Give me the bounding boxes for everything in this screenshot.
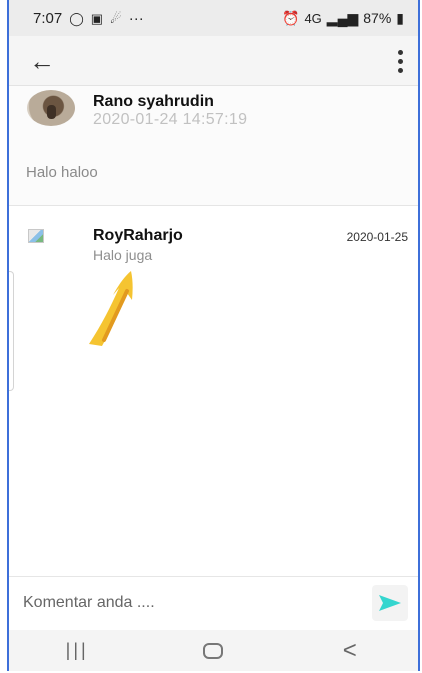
comment-date: 2020-01-25 xyxy=(346,230,408,244)
send-icon xyxy=(379,595,401,611)
send-button[interactable] xyxy=(372,585,408,621)
recent-apps-button[interactable]: ||| xyxy=(42,634,112,668)
alarm-icon: ⏰ xyxy=(282,9,300,26)
status-bar: 7:07 ◯ ▣ ☄ ··· ⏰ 4G ▂▄▆ 87% ▮ xyxy=(9,0,418,36)
more-options-button[interactable] xyxy=(390,44,410,78)
gesture-icon: ☄ xyxy=(110,10,122,26)
back-button[interactable]: ← xyxy=(27,46,57,76)
battery-icon: ▮ xyxy=(396,9,404,26)
comment-composer xyxy=(9,576,418,630)
side-handle[interactable] xyxy=(9,271,14,391)
avatar xyxy=(27,90,75,126)
network-label: 4G xyxy=(304,10,322,26)
arrow-left-icon: ← xyxy=(29,45,55,76)
gallery-icon: ▣ xyxy=(90,10,104,26)
back-nav-button[interactable]: < xyxy=(315,634,385,668)
signal-icon: ▂▄▆ xyxy=(326,9,359,26)
comment-author: RoyRaharjo xyxy=(93,227,183,244)
more-vert-icon xyxy=(397,49,403,55)
comment-text: Halo juga xyxy=(93,247,153,263)
status-time: 7:07 xyxy=(33,9,63,27)
more-icon: ··· xyxy=(128,9,144,27)
status-left: 7:07 ◯ ▣ ☄ ··· xyxy=(33,10,144,27)
post-card: Rano syahrudin 2020-01-24 14:57:19 Halo … xyxy=(9,86,418,206)
status-right: ⏰ 4G ▂▄▆ 87% ▮ xyxy=(282,10,404,27)
comment-item: RoyRaharjo Halo juga 2020-01-25 xyxy=(9,207,418,277)
post-timestamp: 2020-01-24 14:57:19 xyxy=(93,111,248,128)
comment-input[interactable] xyxy=(23,585,361,621)
broken-image-icon xyxy=(28,229,44,243)
home-button[interactable] xyxy=(178,634,248,668)
home-icon xyxy=(203,642,224,659)
post-content: Halo haloo xyxy=(26,164,98,181)
whatsapp-icon: ◯ xyxy=(69,10,84,26)
system-navigation-bar: ||| < xyxy=(9,630,418,671)
post-author: Rano syahrudin xyxy=(93,93,214,110)
battery-level: 87% xyxy=(363,10,392,26)
back-nav-icon: < xyxy=(342,636,357,664)
annotation-arrow-icon xyxy=(89,271,133,346)
app-bar: ← xyxy=(9,36,418,86)
recent-apps-icon: ||| xyxy=(65,640,89,660)
